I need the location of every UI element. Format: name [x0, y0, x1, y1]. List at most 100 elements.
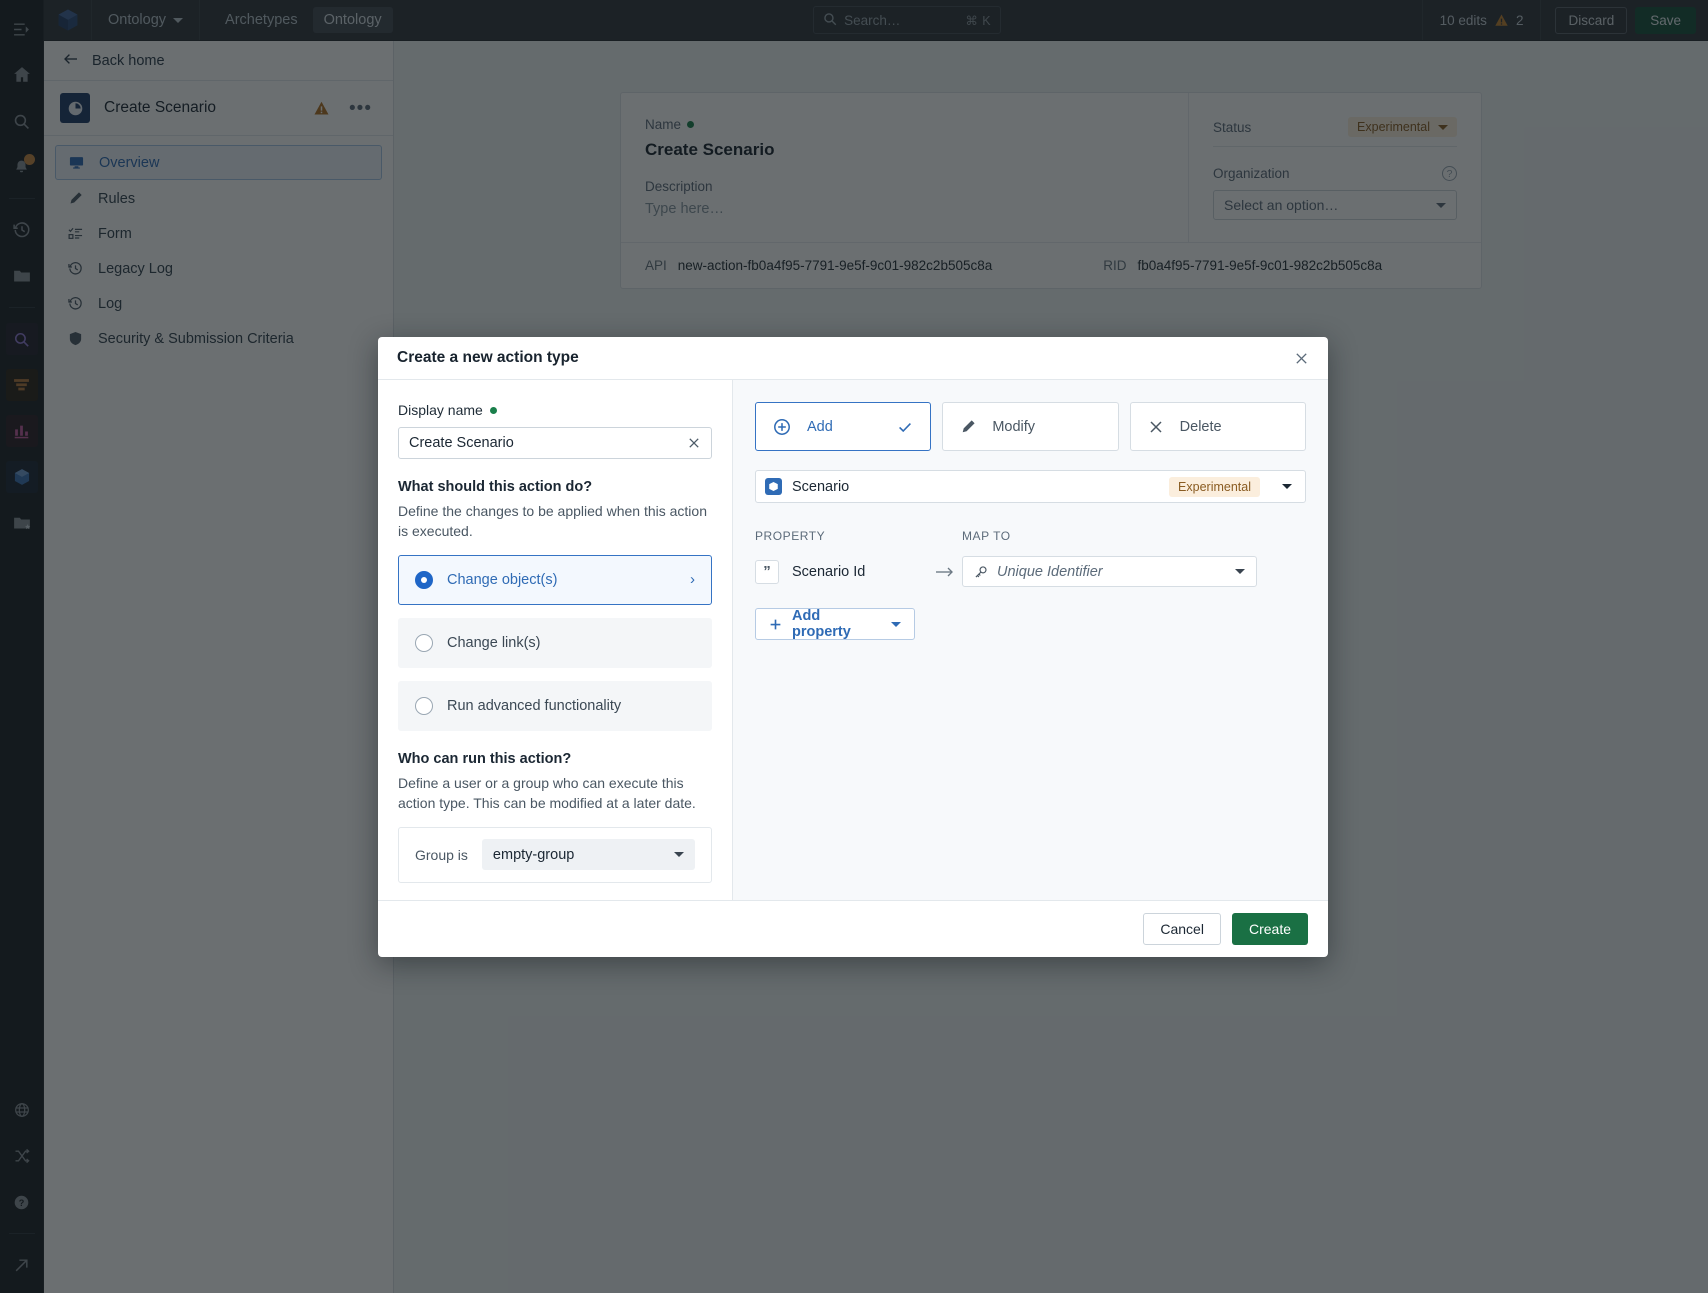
back-home-link[interactable]: Back home [44, 41, 393, 81]
shuffle-icon[interactable] [6, 1140, 38, 1172]
product-menu[interactable]: Ontology [92, 0, 201, 40]
tab-ontology[interactable]: Ontology [312, 7, 393, 33]
object-type-label: Scenario [792, 478, 850, 495]
segment-modify[interactable]: Modify [942, 402, 1119, 451]
sidebar-item-log[interactable]: Log [55, 287, 382, 320]
history-icon[interactable] [6, 214, 38, 246]
search-shortcut: ⌘ K [965, 13, 992, 28]
sidebar-item-legacy-log[interactable]: Legacy Log [55, 252, 382, 285]
create-action-type-dialog: Create a new action type Display name Cr… [378, 337, 1328, 957]
product-label: Ontology [108, 12, 167, 28]
rid-value[interactable]: fb0a4f95-7791-9e5f-9c01-982c2b505c8a [1138, 258, 1383, 273]
action-question-heading: What should this action do? [398, 479, 593, 495]
sidebar-item-label: Overview [99, 154, 160, 171]
segment-delete[interactable]: Delete [1129, 402, 1306, 451]
object-type-select[interactable]: Scenario Experimental [755, 470, 1306, 503]
status-badge[interactable]: Experimental [1348, 117, 1457, 137]
plus-circle-icon [773, 418, 791, 436]
option-label: Change object(s) [447, 571, 558, 588]
description-field-input[interactable]: Type here… [645, 201, 1164, 217]
sidebar-item-security[interactable]: Security & Submission Criteria [55, 322, 382, 355]
svg-text:?: ? [19, 1198, 25, 1208]
chevron-down-icon [1436, 202, 1446, 208]
search-icon[interactable] [6, 105, 38, 137]
save-button[interactable]: Save [1635, 6, 1696, 34]
api-label: API [645, 258, 667, 273]
who-question-heading: Who can run this action? [398, 750, 572, 767]
tab-archetypes[interactable]: Archetypes [214, 7, 309, 33]
back-home-label: Back home [92, 52, 165, 69]
warning-icon[interactable] [313, 100, 330, 117]
charts-icon[interactable] [5, 415, 38, 447]
notifications-icon[interactable] [6, 151, 38, 183]
property-mapping-row: ” Scenario Id Unique Identifier [755, 556, 1306, 587]
object-explorer-icon[interactable] [5, 323, 38, 355]
option-change-links[interactable]: Change link(s) [398, 617, 712, 668]
top-bar-center: Search… ⌘ K [393, 0, 1422, 40]
option-change-objects[interactable]: Change object(s) › [398, 554, 712, 605]
collapse-panel-icon[interactable] [6, 13, 38, 45]
discard-button[interactable]: Discard [1555, 6, 1628, 34]
sidebar-item-form[interactable]: Form [55, 217, 382, 250]
chevron-down-icon [1282, 484, 1292, 489]
option-run-advanced[interactable]: Run advanced functionality [398, 680, 712, 731]
option-label: Run advanced functionality [447, 697, 622, 714]
rail-divider [8, 307, 35, 308]
cube-icon[interactable] [44, 0, 92, 40]
open-external-icon[interactable] [6, 1249, 38, 1281]
home-icon[interactable] [6, 59, 38, 91]
help-icon[interactable]: ? [1442, 166, 1457, 181]
group-label: Group is [415, 846, 468, 863]
key-icon [974, 565, 988, 579]
display-name-value: Create Scenario [409, 435, 514, 451]
group-select[interactable]: empty-group [481, 839, 695, 870]
top-bar: Ontology Archetypes Ontology Search… ⌘ K [44, 0, 1708, 41]
chevron-down-icon [173, 17, 184, 23]
overview-card-top: Name Create Scenario Description Type he… [621, 93, 1481, 242]
ontology-cube-icon[interactable] [5, 461, 38, 493]
name-field-value[interactable]: Create Scenario [645, 140, 1164, 160]
map-to-placeholder: Unique Identifier [997, 563, 1103, 580]
chevron-down-icon [674, 852, 684, 857]
action-question-help: Define the changes to be applied when th… [398, 503, 707, 539]
cancel-button[interactable]: Cancel [1143, 913, 1221, 945]
history-icon [67, 261, 84, 276]
chevron-down-icon [1235, 569, 1245, 574]
object-status-badge: Experimental [1169, 476, 1260, 497]
check-icon [897, 419, 913, 435]
api-value[interactable]: new-action-fb0a4f95-7791-9e5f-9c01-982c2… [678, 258, 992, 273]
rid-label: RID [1103, 258, 1127, 273]
segment-label: Delete [1179, 418, 1222, 435]
display-name-label: Display name [398, 402, 712, 418]
sidebar-item-rules[interactable]: Rules [55, 182, 382, 215]
create-button[interactable]: Create [1231, 913, 1308, 945]
sidebar-item-overview[interactable]: Overview [55, 145, 382, 180]
plus-icon [769, 618, 782, 631]
edits-status[interactable]: 10 edits 2 [1423, 0, 1542, 40]
property-name-label: Scenario Id [792, 563, 866, 580]
sidebar-item-label: Rules [98, 190, 136, 207]
globe-icon[interactable] [6, 1094, 38, 1126]
column-header-property: PROPERTY [755, 529, 826, 543]
icon-rail: ? [0, 0, 44, 1293]
close-icon[interactable] [1294, 351, 1309, 366]
folder-icon[interactable] [6, 260, 38, 292]
more-options-icon[interactable]: ••• [344, 99, 377, 118]
segment-add[interactable]: Add [755, 402, 932, 451]
add-property-button[interactable]: Add property [755, 608, 915, 640]
search-input[interactable]: Search… ⌘ K [813, 6, 1002, 34]
display-name-input[interactable]: Create Scenario [398, 427, 712, 459]
sidebar-entity-header: Create Scenario ••• [44, 81, 393, 136]
help-icon[interactable]: ? [6, 1186, 38, 1218]
description-field-label: Description [645, 179, 713, 194]
clear-icon[interactable] [687, 436, 701, 450]
dialog-right-panel: Add Modify Delete Scenario Experimental … [733, 380, 1328, 900]
map-to-select[interactable]: Unique Identifier [962, 556, 1257, 587]
pipeline-icon[interactable] [5, 369, 38, 401]
segment-label: Modify [992, 418, 1036, 435]
organization-select[interactable]: Select an option… [1213, 190, 1457, 220]
arrow-left-icon [63, 51, 79, 71]
chevron-down-icon[interactable] [891, 621, 901, 627]
saved-folder-icon[interactable] [6, 507, 38, 539]
operation-segmented-control: Add Modify Delete [755, 402, 1306, 451]
